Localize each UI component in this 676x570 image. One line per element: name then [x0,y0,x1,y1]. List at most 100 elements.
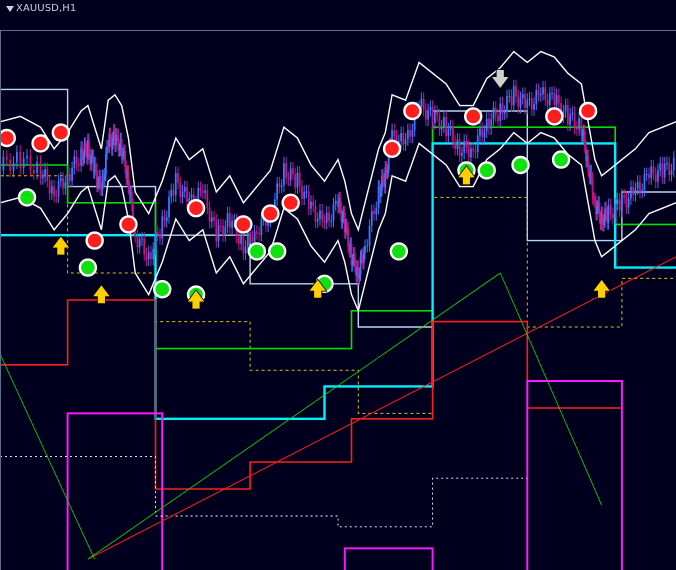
candle-body [64,182,67,189]
candle-body [634,188,637,195]
candle-body [512,86,515,106]
candle-body [564,105,567,112]
candle-body [298,172,301,187]
candle-body [452,126,454,142]
sell-signal-marker [85,231,104,250]
candle-body [163,216,166,222]
candle-body [447,129,450,136]
candle-body [427,110,430,120]
candle-body [186,187,188,202]
candle-body [251,236,254,244]
candle-body [548,93,551,106]
candle-body [436,111,439,116]
candle-body [366,245,369,247]
candle-body [22,158,25,168]
buy-signal-marker [17,188,37,207]
candle-body [621,195,623,211]
candle-body [226,213,229,227]
candle-body [553,92,556,105]
sell-signal-marker [382,139,402,159]
candle-body [199,187,202,191]
candle-body [557,95,560,103]
candle-body [66,174,69,183]
candle-body [174,173,177,196]
price-chart-plot[interactable] [0,0,676,570]
candle-body [16,151,18,163]
candle-body [521,93,524,99]
candle-body [165,217,168,222]
candle-body [400,132,402,142]
sell-signal-marker [0,128,16,148]
buy-signal-marker [551,150,571,169]
candle-body [77,164,80,166]
candle-body [228,213,231,228]
candle-body [632,186,635,195]
sell-signal-marker [281,193,300,213]
candle-body [551,92,553,94]
candle-body [156,232,159,235]
sell-signal-marker [234,215,253,234]
candle-body [32,170,35,174]
sell-signal-marker [261,204,280,223]
candle-body [201,190,204,193]
candle-body [55,195,58,197]
candle-body [458,139,461,156]
candle-body [2,156,5,171]
candle-body [440,126,443,130]
candle-body [364,246,366,253]
candle-body [224,226,227,236]
buy-signal-marker [511,155,530,175]
candle-body [305,191,308,193]
candle-body [666,163,668,165]
candle-body [260,219,263,235]
candle-body [177,173,179,184]
candle-body [526,99,529,108]
candle-body [246,232,249,247]
buy-signal-marker [477,161,496,180]
candle-body [492,107,495,120]
candle-body [75,156,78,165]
candle-body [402,132,405,145]
support-magenta-line-right [526,380,623,570]
candle-body [659,163,662,171]
candle-body [255,231,258,234]
candle-body [672,157,675,171]
buy-signal-marker [389,242,409,261]
candle-body [179,183,182,198]
candle-body [627,198,630,208]
candle-body [5,156,8,160]
candle-body [454,141,457,149]
candle-body [249,232,252,237]
candle-body [48,180,51,194]
candle-body [438,115,441,130]
candle-body [648,174,650,179]
candle-body [210,217,213,222]
candle-body [485,118,488,132]
triangle-down-icon[interactable] [6,6,14,12]
sell-signal-marker [51,123,71,142]
candle-body [368,225,371,246]
candle-body [433,111,436,123]
candle-body [614,203,617,218]
candle-body [566,105,569,125]
chart-titlebar[interactable]: XAUUSD,H1 [0,0,676,31]
trend-green-right [499,272,603,506]
candle-body [57,180,60,197]
candle-body [630,186,632,199]
candle-body [332,204,335,221]
candle-body [159,234,161,239]
candle-body [524,93,526,108]
candle-body [172,189,175,196]
candle-body [443,116,445,127]
sell-signal-marker [545,107,564,126]
support-magenta-line-mid [343,547,434,570]
candle-body [310,201,312,209]
candle-body [393,130,396,137]
candle-body [325,212,328,223]
candle-body [497,115,499,122]
candle-body [578,118,581,130]
candle-body [323,221,326,223]
chart-window[interactable]: XAUUSD,H1 [0,0,676,570]
candle-body [533,103,535,110]
candle-body [654,173,657,182]
